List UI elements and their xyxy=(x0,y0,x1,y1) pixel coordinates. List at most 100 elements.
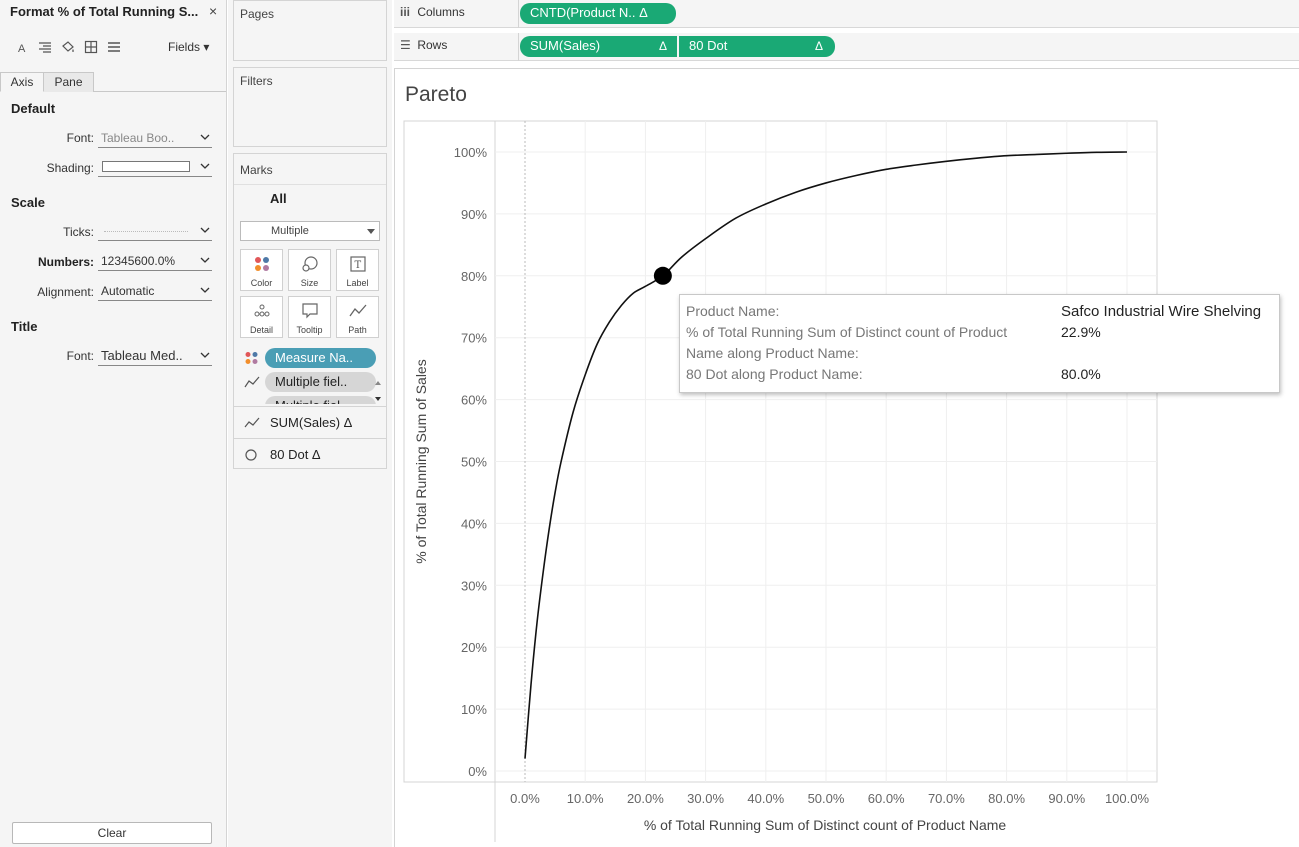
alignment-dropdown[interactable]: Automatic xyxy=(98,282,212,301)
tooltip-icon xyxy=(302,303,318,319)
label-button[interactable]: T Label xyxy=(336,249,379,291)
pareto-chart[interactable]: 0.0% 10.0% 20.0% 30.0% 40.0% 50.0% 60.0% 70.0% 8… xyxy=(395,69,1299,847)
rows-label-text: Rows xyxy=(417,38,448,52)
multiple-fields-pill-2[interactable]: Multiple fiel.. xyxy=(265,396,376,404)
delta-icon: Δ xyxy=(814,39,823,53)
tooltip-value: 22.9% xyxy=(1061,324,1101,340)
shelf-divider xyxy=(518,33,519,61)
marks-card: Marks All Multiple Color Size T Label De… xyxy=(233,153,387,469)
rows-pill-label: SUM(Sales) xyxy=(530,38,601,53)
marks-scrollbar[interactable] xyxy=(373,378,383,404)
format-pane-title: Format % of Total Running S... xyxy=(10,4,199,19)
format-tabs: Axis Pane xyxy=(0,72,226,92)
marks-layer-80-dot[interactable]: 80 Dot Δ xyxy=(234,438,386,470)
x-tick-label: 60.0% xyxy=(868,791,905,806)
y-tick-label: 100% xyxy=(454,145,488,160)
measure-names-pill[interactable]: Measure Na.. xyxy=(265,348,376,368)
clear-button[interactable]: Clear xyxy=(12,822,212,844)
multiple-fields-pill[interactable]: Multiple fiel.. xyxy=(265,372,376,392)
filters-card[interactable]: Filters xyxy=(233,67,387,147)
shading-format-icon[interactable] xyxy=(60,40,76,54)
rows-pill-80-dot[interactable]: 80 Dot Δ xyxy=(679,36,835,57)
font-dropdown[interactable]: Tableau Boo.. xyxy=(98,129,212,148)
detail-button[interactable]: Detail xyxy=(240,296,283,338)
x-tick-label: 50.0% xyxy=(808,791,845,806)
rows-pill-sum-sales[interactable]: SUM(Sales) Δ xyxy=(520,36,677,57)
alignment-label: Alignment: xyxy=(37,285,94,299)
chevron-down-icon xyxy=(200,163,210,169)
x-tick-label: 100.0% xyxy=(1105,791,1150,806)
tooltip-button[interactable]: Tooltip xyxy=(288,296,331,338)
marks-layer-label: SUM(Sales) Δ xyxy=(270,415,353,430)
ticks-dropdown[interactable] xyxy=(98,222,212,241)
chevron-down-icon xyxy=(200,352,210,358)
title-font-dropdown[interactable]: Tableau Med.. xyxy=(98,347,212,366)
y-axis-title: % of Total Running Sum of Sales xyxy=(413,359,429,563)
alignment-value: Automatic xyxy=(101,284,155,298)
numbers-dropdown[interactable]: 12345600.0% xyxy=(98,252,212,271)
size-button[interactable]: Size xyxy=(288,249,331,291)
y-tick-label: 90% xyxy=(461,207,487,222)
rows-shelf[interactable]: ☰ Rows SUM(Sales) Δ 80 Dot Δ xyxy=(394,33,1299,61)
delta-icon: Δ xyxy=(658,39,667,53)
label-icon: T xyxy=(350,256,366,272)
font-format-icon[interactable]: A xyxy=(14,40,30,55)
tooltip-button-label: Tooltip xyxy=(296,325,323,335)
mark-type-dropdown[interactable]: Multiple xyxy=(240,221,380,241)
label-button-label: Label xyxy=(346,278,369,288)
x-tick-label: 20.0% xyxy=(627,791,664,806)
borders-format-icon[interactable] xyxy=(83,40,99,54)
path-button-label: Path xyxy=(348,325,367,335)
tooltip-value: Safco Industrial Wire Shelving xyxy=(1061,303,1262,320)
ticks-line-preview xyxy=(104,231,188,232)
x-tick-label: 10.0% xyxy=(567,791,604,806)
columns-shelf-label: iii Columns xyxy=(400,5,465,19)
path-icon xyxy=(244,376,260,388)
y-tick-label: 10% xyxy=(461,702,487,717)
marks-card-title: Marks xyxy=(240,163,273,177)
columns-label-text: Columns xyxy=(417,5,465,19)
color-button[interactable]: Color xyxy=(240,249,283,291)
worksheet-view: Pareto 0.0% 10.0% 20.0% 30.0% 40.0% 50.0% 60.0… xyxy=(394,68,1299,847)
format-pane: Format % of Total Running S... × A Field… xyxy=(0,0,227,847)
y-tick-label: 0% xyxy=(468,764,487,779)
x-tick-label: 90.0% xyxy=(1048,791,1085,806)
pages-card-title: Pages xyxy=(240,7,275,21)
rows-shelf-label: ☰ Rows xyxy=(400,38,447,52)
tab-pane[interactable]: Pane xyxy=(44,72,94,92)
tab-axis[interactable]: Axis xyxy=(0,72,44,92)
eighty-percent-dot[interactable] xyxy=(653,266,672,285)
columns-shelf[interactable]: iii Columns CNTD(Product N.. Δ xyxy=(394,0,1299,28)
fields-dropdown[interactable]: Fields ▾ xyxy=(168,40,209,54)
alignment-format-icon[interactable] xyxy=(37,40,53,54)
numbers-label: Numbers: xyxy=(37,255,94,269)
close-icon[interactable]: × xyxy=(209,3,217,19)
caret-down-icon xyxy=(367,229,375,234)
lines-format-icon[interactable] xyxy=(106,40,122,54)
title-font-value: Tableau Med.. xyxy=(101,348,183,363)
line-mark-icon xyxy=(244,417,260,428)
title-font-label: Font: xyxy=(66,349,94,363)
marks-layer-label: 80 Dot Δ xyxy=(270,447,321,462)
detail-icon xyxy=(254,304,270,317)
chevron-down-icon xyxy=(200,257,210,263)
shading-dropdown[interactable] xyxy=(98,158,212,177)
numbers-value: 12345600.0% xyxy=(101,254,176,268)
svg-text:T: T xyxy=(355,260,362,271)
pill-clip: Multiple fiel.. xyxy=(265,396,376,404)
marks-layer-sum-sales[interactable]: SUM(Sales) Δ xyxy=(234,406,386,438)
columns-pill-cntd-product[interactable]: CNTD(Product N.. Δ xyxy=(520,3,676,24)
marks-all-tab[interactable]: All xyxy=(270,191,287,206)
shading-label: Shading: xyxy=(46,161,94,175)
marks-separator xyxy=(234,184,386,185)
size-icon xyxy=(302,256,318,272)
pages-card[interactable]: Pages xyxy=(233,0,387,61)
shading-swatch xyxy=(102,161,190,172)
color-icon xyxy=(245,352,258,364)
mark-type-value: Multiple xyxy=(271,225,309,237)
cards-column: Pages Filters Marks All Multiple Color S… xyxy=(228,0,392,847)
color-icon xyxy=(255,257,269,271)
y-tick-label: 60% xyxy=(461,393,487,408)
path-button[interactable]: Path xyxy=(336,296,379,338)
x-axis-title: % of Total Running Sum of Distinct count… xyxy=(644,817,1007,833)
